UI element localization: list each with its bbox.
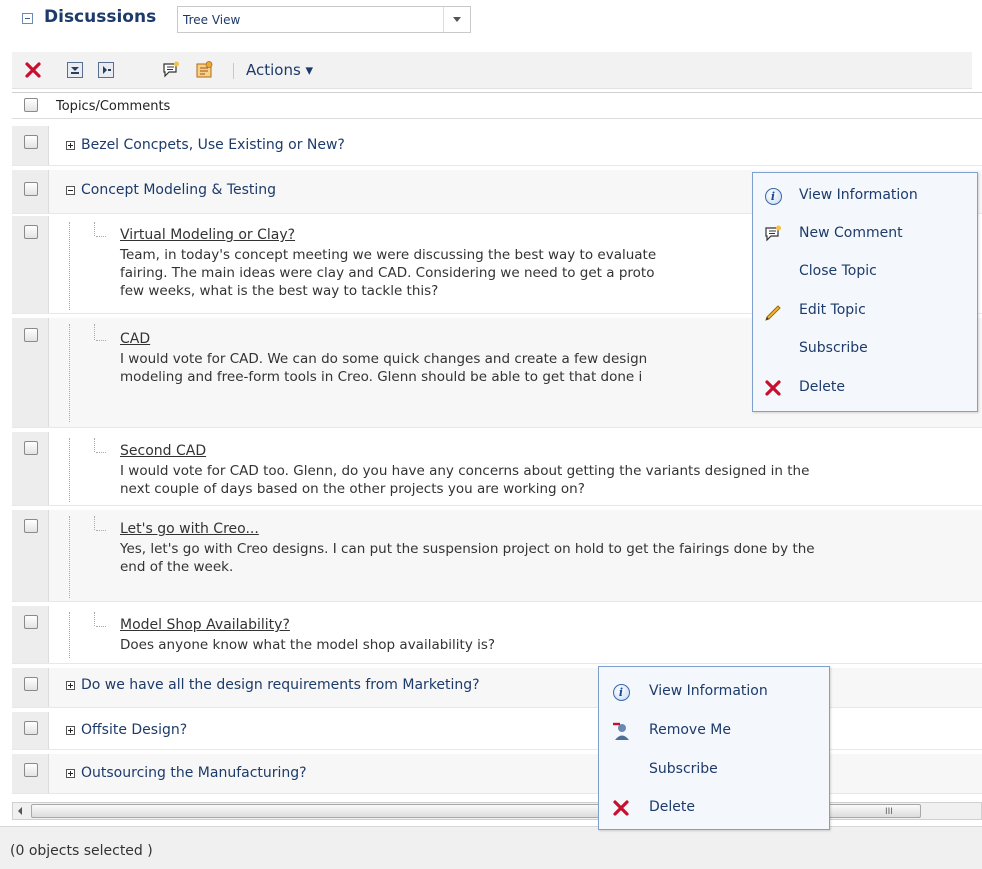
column-header: Topics/Comments — [12, 92, 982, 119]
menu-item-subscribe[interactable]: Subscribe — [599, 751, 829, 789]
table-row: Bezel Concpets, Use Existing or New? — [12, 126, 982, 166]
comment-body: Yes, let's go with Creo designs. I can p… — [120, 541, 815, 575]
menu-item-view-information[interactable]: i View Information — [599, 673, 829, 711]
horizontal-scrollbar[interactable]: III — [12, 802, 982, 820]
comment-title-link[interactable]: Second CAD — [120, 443, 206, 459]
topic-link[interactable]: Offsite Design? — [81, 722, 187, 738]
comment-context-menu: i View Information Remove Me Subscribe D… — [598, 666, 830, 830]
row-checkbox[interactable] — [24, 135, 38, 149]
menu-item-view-information[interactable]: i View Information — [753, 177, 977, 215]
row-checkbox[interactable] — [24, 721, 38, 735]
expand-icon[interactable] — [66, 681, 75, 690]
new-comment-icon — [763, 224, 783, 244]
remove-user-icon — [611, 721, 631, 741]
pencil-icon — [763, 301, 783, 321]
expand-all-icon[interactable] — [64, 59, 86, 81]
table-row: Do we have all the design requirements f… — [12, 668, 982, 708]
menu-item-subscribe[interactable]: Subscribe — [753, 330, 977, 368]
comment-body: Does anyone know what the model shop ava… — [120, 637, 496, 653]
select-all-checkbox[interactable] — [24, 98, 38, 112]
view-select-value: Tree View — [183, 13, 241, 27]
collapse-all-icon[interactable] — [95, 59, 117, 81]
comment-title-link[interactable]: CAD — [120, 331, 150, 347]
expand-icon[interactable] — [66, 769, 75, 778]
scrollbar-grip: III — [885, 807, 893, 817]
info-icon: i — [611, 682, 631, 702]
status-bar: (0 objects selected ) — [0, 826, 982, 869]
expand-icon[interactable] — [66, 141, 75, 150]
toolbar-divider — [233, 63, 234, 79]
menu-item-delete[interactable]: Delete — [599, 789, 829, 827]
menu-item-delete[interactable]: Delete — [753, 369, 977, 407]
topic-link[interactable]: Concept Modeling & Testing — [81, 182, 276, 198]
comment-title-link[interactable]: Virtual Modeling or Clay? — [120, 227, 295, 243]
row-checkbox[interactable] — [24, 677, 38, 691]
menu-item-edit-topic[interactable]: Edit Topic — [753, 292, 977, 330]
table-row: Offsite Design? — [12, 712, 982, 750]
menu-item-remove-me[interactable]: Remove Me — [599, 712, 829, 750]
new-comment-icon[interactable] — [160, 59, 182, 81]
column-header-label: Topics/Comments — [56, 99, 171, 114]
delete-icon — [611, 798, 631, 818]
row-checkbox[interactable] — [24, 615, 38, 629]
row-checkbox[interactable] — [24, 225, 38, 239]
actions-menu-button[interactable]: Actions ▾ — [246, 61, 313, 79]
collapse-icon[interactable] — [66, 186, 75, 195]
topic-link[interactable]: Do we have all the design requirements f… — [81, 677, 480, 693]
comment-title-link[interactable]: Let's go with Creo... — [120, 521, 259, 537]
delete-icon — [763, 378, 783, 398]
info-icon: i — [763, 186, 783, 206]
scroll-left-arrow-icon[interactable] — [13, 803, 29, 819]
view-select[interactable]: Tree View — [177, 6, 471, 33]
expand-icon[interactable] — [66, 726, 75, 735]
section-title: Discussions — [44, 7, 157, 27]
table-row: Outsourcing the Manufacturing? — [12, 754, 982, 794]
table-row: Second CAD I would vote for CAD too. Gle… — [12, 432, 982, 506]
table-row: Model Shop Availability? Does anyone kno… — [12, 606, 982, 664]
comment-body: I would vote for CAD too. Glenn, do you … — [120, 463, 810, 497]
topic-link[interactable]: Outsourcing the Manufacturing? — [81, 765, 307, 781]
table-row: Let's go with Creo... Yes, let's go with… — [12, 510, 982, 602]
row-checkbox[interactable] — [24, 182, 38, 196]
topic-context-menu: i View Information New Comment Close Top… — [752, 172, 978, 412]
new-topic-icon[interactable] — [193, 59, 215, 81]
discussions-header: Discussions Tree View — [0, 0, 982, 48]
row-checkbox[interactable] — [24, 328, 38, 342]
menu-item-close-topic[interactable]: Close Topic — [753, 253, 977, 291]
row-checkbox[interactable] — [24, 519, 38, 533]
topic-link[interactable]: Bezel Concpets, Use Existing or New? — [81, 137, 345, 153]
row-checkbox[interactable] — [24, 441, 38, 455]
chevron-down-icon[interactable] — [443, 7, 470, 32]
menu-item-new-comment[interactable]: New Comment — [753, 215, 977, 253]
comment-title-link[interactable]: Model Shop Availability? — [120, 617, 290, 633]
selection-status: (0 objects selected ) — [10, 843, 153, 859]
delete-icon[interactable] — [22, 59, 44, 81]
collapse-section-icon[interactable] — [22, 13, 33, 24]
row-checkbox[interactable] — [24, 763, 38, 777]
toolbar: Actions ▾ — [12, 52, 972, 89]
